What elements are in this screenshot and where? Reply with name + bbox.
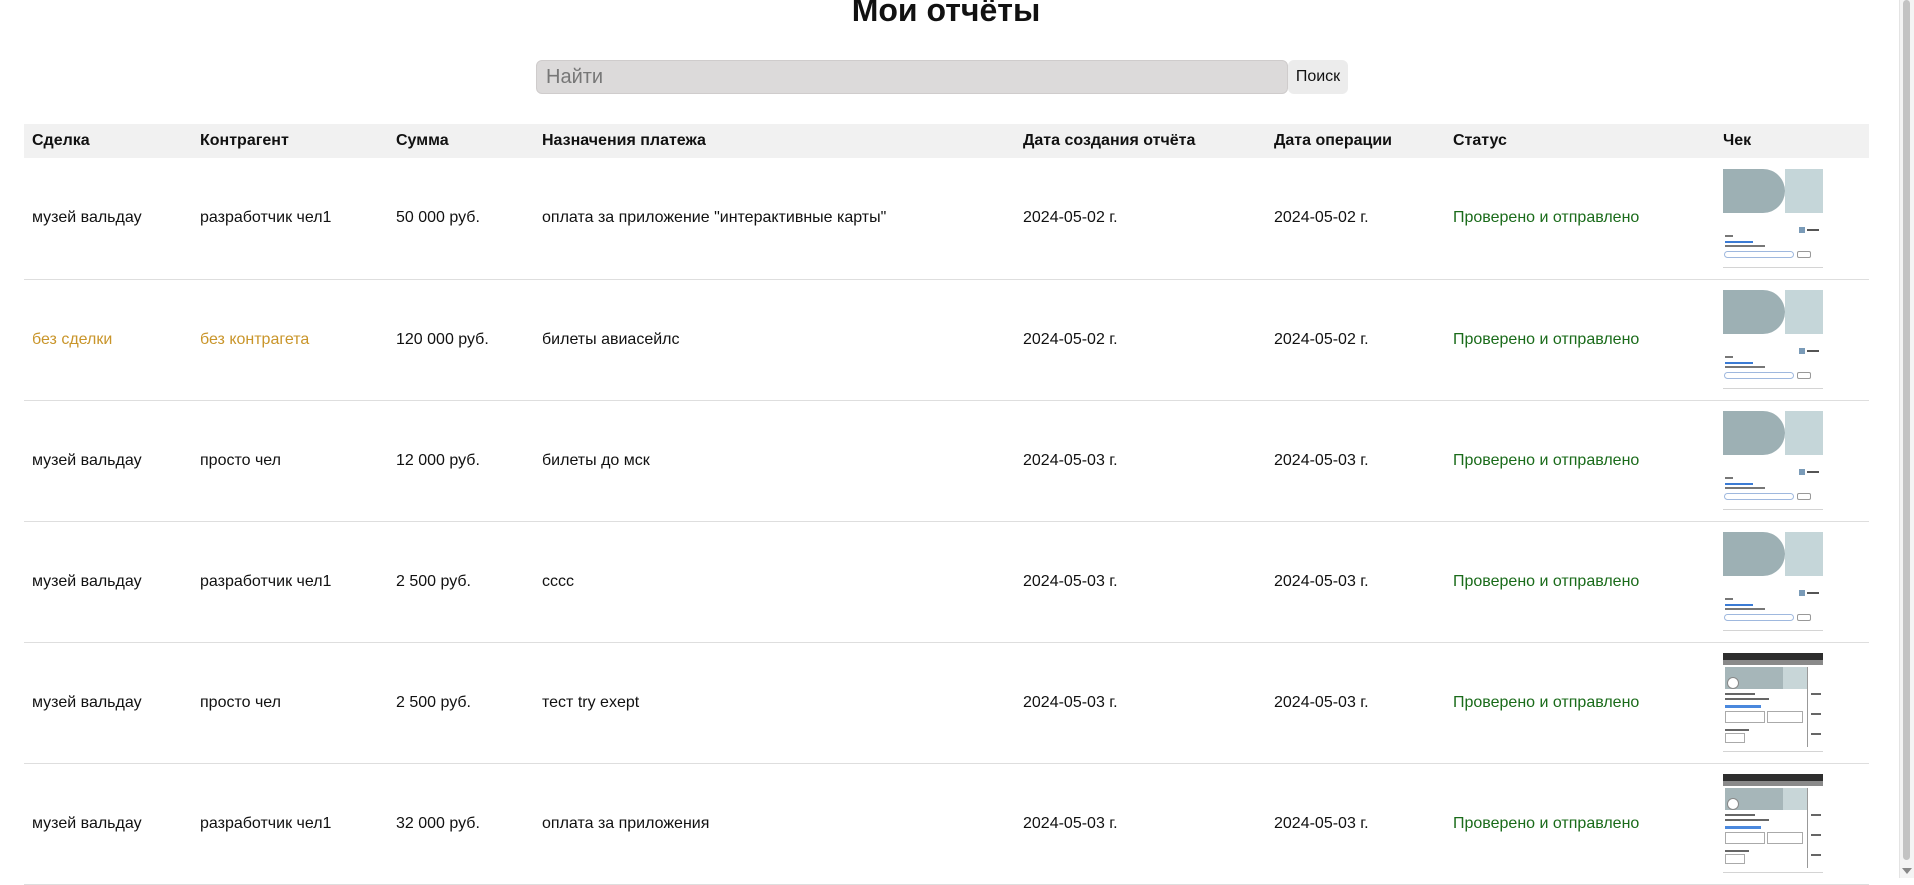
col-header-status: Статус — [1453, 132, 1507, 149]
cell-receipt — [1715, 763, 1869, 884]
cell-status: Проверено и отправлено — [1453, 814, 1640, 832]
cell-deal: музей вальдау — [32, 451, 142, 469]
cell-operation-date: 2024-05-03 г. — [1274, 693, 1369, 711]
cell-amount: 2 500 руб. — [396, 693, 471, 711]
receipt-thumbnail[interactable] — [1723, 168, 1823, 268]
cell-deal: музей вальдау — [32, 693, 142, 711]
cell-status: Проверено и отправлено — [1453, 693, 1640, 711]
scroll-down-arrow-icon[interactable] — [1902, 868, 1912, 874]
cell-amount: 120 000 руб. — [396, 330, 489, 348]
cell-receipt — [1715, 400, 1869, 521]
cell-counterparty: разработчик чел1 — [200, 209, 332, 227]
cell-purpose: билеты авиасейлс — [542, 330, 680, 348]
col-header-receipt: Чек — [1723, 132, 1752, 149]
cell-report-date: 2024-05-03 г. — [1023, 814, 1118, 832]
cell-counterparty: разработчик чел1 — [200, 572, 332, 590]
cell-amount: 50 000 руб. — [396, 209, 480, 227]
cell-deal: музей вальдау — [32, 209, 142, 227]
cell-deal: музей вальдау — [32, 572, 142, 590]
table-row[interactable]: без сделки без контрагета 120 000 руб. б… — [24, 279, 1869, 400]
cell-purpose: тест try exept — [542, 693, 640, 711]
reports-table: Сделка Контрагент Сумма Назначения плате… — [24, 124, 1869, 885]
col-header-amount: Сумма — [396, 132, 449, 149]
table-header-row: Сделка Контрагент Сумма Назначения плате… — [24, 124, 1869, 158]
cell-counterparty: разработчик чел1 — [200, 814, 332, 832]
col-header-report-date: Дата создания отчёта — [1023, 132, 1196, 149]
cell-report-date: 2024-05-03 г. — [1023, 572, 1118, 590]
page-title: Мои отчёты — [851, 0, 1041, 28]
cell-purpose: билеты до мск — [542, 451, 650, 469]
receipt-thumbnail[interactable] — [1723, 532, 1823, 631]
cell-status: Проверено и отправлено — [1453, 451, 1640, 469]
table-row[interactable]: музей вальдау разработчик чел1 32 000 ру… — [24, 763, 1869, 884]
cell-amount: 12 000 руб. — [396, 451, 480, 469]
cell-report-date: 2024-05-02 г. — [1023, 209, 1118, 227]
col-header-purpose: Назначения платежа — [542, 132, 706, 149]
cell-receipt — [1715, 158, 1869, 279]
table-row[interactable]: музей вальдау просто чел 12 000 руб. бил… — [24, 400, 1869, 521]
col-header-counterparty: Контрагент — [200, 132, 289, 149]
cell-deal: музей вальдау — [32, 814, 142, 832]
cell-status: Проверено и отправлено — [1453, 209, 1640, 227]
cell-counterparty: просто чел — [200, 451, 281, 469]
cell-operation-date: 2024-05-02 г. — [1274, 330, 1369, 348]
cell-receipt — [1715, 279, 1869, 400]
cell-report-date: 2024-05-02 г. — [1023, 330, 1118, 348]
cell-amount: 2 500 руб. — [396, 572, 471, 590]
cell-operation-date: 2024-05-02 г. — [1274, 209, 1369, 227]
scrollbar-thumb[interactable] — [1903, 0, 1910, 860]
table-row[interactable]: музей вальдау разработчик чел1 50 000 ру… — [24, 158, 1869, 279]
cell-status: Проверено и отправлено — [1453, 330, 1640, 348]
cell-operation-date: 2024-05-03 г. — [1274, 451, 1369, 469]
search-bar: Поиск — [536, 60, 1348, 94]
table-row[interactable]: музей вальдау разработчик чел1 2 500 руб… — [24, 521, 1869, 642]
cell-purpose: сссс — [542, 572, 574, 590]
receipt-thumbnail[interactable] — [1723, 290, 1823, 389]
search-button[interactable]: Поиск — [1288, 60, 1348, 94]
cell-counterparty: просто чел — [200, 693, 281, 711]
cell-purpose: оплата за приложение "интерактивные карт… — [542, 209, 887, 227]
cell-receipt — [1715, 521, 1869, 642]
cell-report-date: 2024-05-03 г. — [1023, 451, 1118, 469]
vertical-scrollbar[interactable] — [1899, 0, 1914, 878]
receipt-thumbnail[interactable] — [1723, 411, 1823, 510]
col-header-deal: Сделка — [32, 132, 90, 149]
cell-operation-date: 2024-05-03 г. — [1274, 814, 1369, 832]
table-row[interactable]: музей вальдау просто чел 2 500 руб. тест… — [24, 642, 1869, 763]
cell-receipt — [1715, 642, 1869, 763]
cell-counterparty: без контрагета — [200, 330, 310, 348]
cell-purpose: оплата за приложения — [542, 814, 710, 832]
cell-deal: без сделки — [32, 330, 113, 348]
cell-amount: 32 000 руб. — [396, 814, 480, 832]
col-header-operation-date: Дата операции — [1274, 132, 1392, 149]
cell-report-date: 2024-05-03 г. — [1023, 693, 1118, 711]
cell-status: Проверено и отправлено — [1453, 572, 1640, 590]
receipt-thumbnail[interactable] — [1723, 774, 1823, 873]
cell-operation-date: 2024-05-03 г. — [1274, 572, 1369, 590]
receipt-thumbnail[interactable] — [1723, 653, 1823, 752]
search-input[interactable] — [536, 60, 1288, 94]
